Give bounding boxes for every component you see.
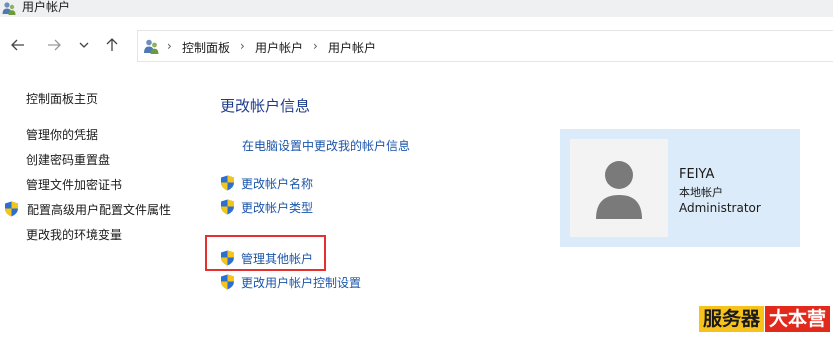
task-label: 更改帐户类型 <box>241 201 314 215</box>
change-account-name-link[interactable]: 更改帐户名称 <box>220 175 313 192</box>
sidebar-change-environment-variables[interactable]: 更改我的环境变量 <box>26 226 122 243</box>
task-label: 更改帐户名称 <box>241 177 314 191</box>
breadcrumb-separator: › <box>167 39 172 53</box>
sidebar-create-password-reset-disk[interactable]: 创建密码重置盘 <box>26 151 110 168</box>
uac-shield-icon <box>221 274 234 290</box>
uac-shield-icon <box>221 175 234 191</box>
address-bar[interactable]: › 控制面板 › 用户帐户 › 用户帐户 <box>137 30 833 62</box>
manage-other-accounts-link[interactable]: 管理其他帐户 <box>220 250 313 267</box>
back-button[interactable] <box>8 36 28 54</box>
recent-locations-button[interactable] <box>74 36 94 54</box>
arrow-left-icon <box>11 39 24 51</box>
uac-shield-icon <box>221 250 234 266</box>
sidebar-control-panel-home[interactable]: 控制面板主页 <box>26 90 98 107</box>
sidebar-manage-credentials[interactable]: 管理你的凭据 <box>26 126 98 143</box>
pc-settings-account-link[interactable]: 在电脑设置中更改我的帐户信息 <box>242 137 410 154</box>
account-role: Administrator <box>679 201 761 215</box>
user-name: FEIYA <box>679 167 715 182</box>
watermark-part1: 服务器 <box>699 306 765 332</box>
breadcrumb-separator: › <box>313 39 318 53</box>
breadcrumb-control-panel[interactable]: 控制面板 <box>182 39 230 56</box>
title-bar: 用户帐户 <box>0 0 833 17</box>
up-button[interactable] <box>102 36 122 54</box>
uac-shield-icon <box>5 201 18 217</box>
arrow-up-icon <box>106 38 118 51</box>
breadcrumb-separator: › <box>240 39 245 53</box>
task-label: 管理其他帐户 <box>241 252 314 266</box>
sidebar-item-label: 配置高级用户配置文件属性 <box>27 203 172 217</box>
change-account-type-link[interactable]: 更改帐户类型 <box>220 199 313 216</box>
user-silhouette-icon <box>596 161 642 219</box>
arrow-right-icon <box>48 39 61 51</box>
task-label: 更改用户帐户控制设置 <box>241 276 362 290</box>
users-icon <box>144 39 159 54</box>
sidebar-advanced-profile-properties[interactable]: 配置高级用户配置文件属性 <box>4 201 171 218</box>
page-heading: 更改帐户信息 <box>220 97 311 115</box>
forward-button[interactable] <box>44 36 64 54</box>
change-uac-settings-link[interactable]: 更改用户帐户控制设置 <box>220 274 361 291</box>
chevron-down-icon <box>79 42 89 48</box>
users-icon <box>2 2 16 15</box>
user-account-card: FEIYA 本地帐户 Administrator <box>560 129 800 247</box>
watermark-part2: 大本营 <box>765 306 831 332</box>
account-type: 本地帐户 <box>679 186 723 199</box>
uac-shield-icon <box>221 199 234 215</box>
breadcrumb-user-accounts-current[interactable]: 用户帐户 <box>328 39 376 56</box>
avatar <box>570 139 668 237</box>
breadcrumb-user-accounts[interactable]: 用户帐户 <box>255 39 303 56</box>
window-title: 用户帐户 <box>22 0 71 14</box>
sidebar-manage-encryption-certificates[interactable]: 管理文件加密证书 <box>26 176 122 193</box>
